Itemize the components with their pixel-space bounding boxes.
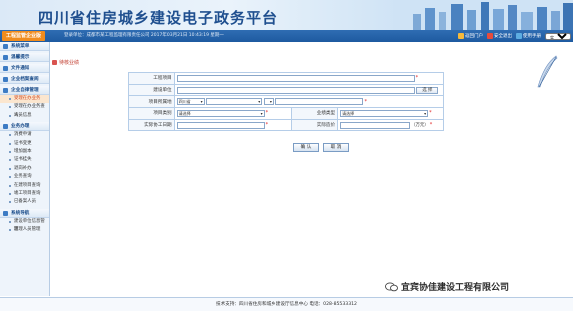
price-input[interactable] <box>340 121 411 129</box>
price-label: 实际造价 <box>291 118 339 132</box>
book-icon <box>516 33 522 39</box>
top-actions: 返回门户 安全退出 使用手册 实用版 <box>458 31 571 41</box>
sidebar-section-self-management[interactable]: 企业自律管理 <box>0 86 49 95</box>
tab-pending-performance[interactable]: 待核业绩 <box>52 59 79 66</box>
category-select[interactable]: 请选择 <box>176 109 265 117</box>
price-unit: （万元） <box>411 123 429 129</box>
logout-label: 安全退出 <box>494 34 512 39</box>
builder-cell: 选 择 <box>173 83 445 97</box>
location-cell: 四川省 * <box>173 95 445 109</box>
return-portal-label: 返回门户 <box>465 34 483 39</box>
sidebar-menu: 系统菜单 温馨提示 文件通知 企业档案查阅 企业自律管理 受理在办业务 受理在办… <box>0 42 50 296</box>
category-cell: 请选择* <box>173 107 293 120</box>
required-mark: * <box>364 98 367 105</box>
sidebar-item-building-projects[interactable]: 在建项目查询 <box>0 182 49 190</box>
required-mark: * <box>429 122 433 129</box>
project-name-label: 工程项目 <box>128 72 175 85</box>
sidebar-section-notices[interactable]: 文件通知 <box>0 64 49 73</box>
select-builder-button[interactable]: 选 择 <box>416 86 439 94</box>
platform-title: 四川省住房城乡建设电子政务平台 <box>38 9 279 27</box>
location-label: 项目所属地 <box>128 95 175 109</box>
biz-type-label: 业绩类型 <box>291 107 339 120</box>
performance-form: 工程项目 * 建设单位 选 择 项目所属地 四川省 * 项目类别 请选择* 业绩… <box>128 72 445 132</box>
sidebar-title: 系统菜单 <box>0 42 49 51</box>
confirm-button[interactable]: 确 认 <box>293 143 319 152</box>
sidebar-section-business[interactable]: 业务办理 <box>0 122 49 132</box>
sidebar-item-supervisor-management[interactable]: 监理人员管理 <box>0 226 49 234</box>
top-toolbar: 工程监管企业版 登录单位：成都市某工程监理有限责任公司 2017年03月21日 … <box>0 30 573 42</box>
sidebar-item-add-copy[interactable]: 增加副本 <box>0 148 49 156</box>
footer: 技术支持：四川省住房和城乡建设厅信息中心 电话：028-85533312 <box>0 297 573 311</box>
form-buttons: 确 认 取 消 <box>293 143 349 152</box>
sidebar-section-navigation[interactable]: 系统导航 <box>0 208 49 218</box>
biz-type-select[interactable]: 请选择 <box>340 109 429 117</box>
wechat-icon <box>385 281 398 291</box>
required-mark: * <box>415 75 419 82</box>
required-mark: * <box>429 110 432 117</box>
biz-type-cell: 请选择* <box>337 107 444 120</box>
document-icon <box>52 60 57 65</box>
required-mark: * <box>265 110 269 117</box>
manual-label: 使用手册 <box>523 34 541 39</box>
sidebar-item-apply[interactable]: 消费申请 <box>0 131 49 139</box>
cancel-button[interactable]: 取 消 <box>323 143 349 152</box>
manual-link[interactable]: 使用手册 <box>516 33 541 39</box>
sidebar-item-business-query[interactable]: 业务查询 <box>0 173 49 181</box>
sidebar-item-completed-projects[interactable]: 竣工项目查询 <box>0 190 49 198</box>
header-banner: 四川省住房城乡建设电子政务平台 <box>0 0 573 30</box>
period-input[interactable] <box>176 121 265 129</box>
sidebar-section-archive[interactable]: 企业档案查阅 <box>0 75 49 84</box>
sidebar-item-registered-staff[interactable]: 已备案人员 <box>0 198 49 206</box>
return-portal-link[interactable]: 返回门户 <box>458 33 483 39</box>
sidebar-section-tips[interactable]: 温馨提示 <box>0 53 49 62</box>
sidebar-item-cert-loss[interactable]: 证书挂失 <box>0 156 49 164</box>
builder-label: 建设单位 <box>128 83 175 97</box>
period-label: 实际协工日期 <box>128 118 175 132</box>
watermark-text: 宜宾协佳建设工程有限公司 <box>401 283 510 293</box>
home-icon <box>458 33 464 39</box>
sidebar-item-pending-query[interactable]: 受理在办业务查询 <box>0 103 49 118</box>
exit-icon <box>487 33 493 39</box>
sidebar-item-personnel[interactable]: 人员信息 <box>0 112 49 120</box>
logout-link[interactable]: 安全退出 <box>487 33 512 39</box>
sidebar-item-reissue[interactable]: 退岗补办 <box>0 165 49 173</box>
required-mark: * <box>265 122 269 129</box>
sidebar-item-builder-info[interactable]: 建设单位信息管理 <box>0 218 49 232</box>
price-cell: （万元）* <box>337 118 444 132</box>
login-info: 登录单位：成都市某工程监理有限责任公司 2017年03月21日 10:43:19… <box>64 33 224 38</box>
city-select[interactable] <box>206 98 263 106</box>
company-watermark: 宜宾协佳建设工程有限公司 <box>385 280 509 293</box>
quill-pen-icon <box>537 55 558 88</box>
project-name-input[interactable] <box>176 74 415 82</box>
project-name-cell: * <box>173 72 445 85</box>
city-skyline-image <box>393 0 573 30</box>
tab-label: 待核业绩 <box>59 60 80 66</box>
address-input[interactable] <box>275 98 364 106</box>
role-select[interactable]: 实用版 <box>545 32 571 40</box>
district-select[interactable] <box>263 98 274 106</box>
system-version-tab[interactable]: 工程监管企业版 <box>2 31 46 41</box>
sidebar-item-cert-change[interactable]: 证书变更 <box>0 140 49 148</box>
category-label: 项目类别 <box>128 107 175 120</box>
province-select[interactable]: 四川省 <box>176 98 205 106</box>
builder-input[interactable] <box>176 86 415 94</box>
sidebar-item-pending[interactable]: 受理在办业务 <box>0 95 49 104</box>
period-cell: * <box>173 118 293 132</box>
